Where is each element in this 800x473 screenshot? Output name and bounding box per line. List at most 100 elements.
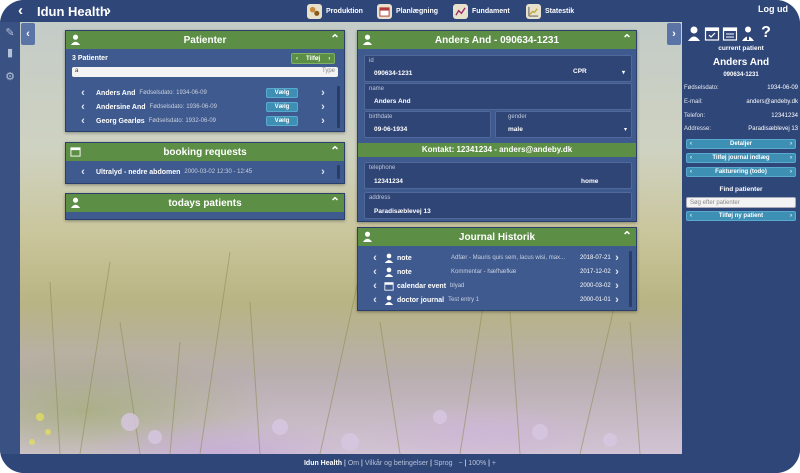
- scrollbar[interactable]: [337, 165, 340, 179]
- list-item[interactable]: ‹ Andersine And Fødselsdato: 1936-06-09 …: [78, 100, 340, 114]
- field-label: name: [369, 86, 385, 92]
- gender-select[interactable]: gender male ▾: [495, 111, 632, 138]
- app-title[interactable]: Idun Health: [37, 4, 108, 19]
- list-item[interactable]: ‹ Anders And Fødselsdato: 1934-06-09 Væl…: [78, 86, 340, 100]
- booking-time: 2000-03-02 12:30 - 12:45: [184, 169, 253, 175]
- contact-header[interactable]: Kontakt: 12341234 - anders@andeby.dk: [358, 143, 636, 157]
- footer-link-language[interactable]: Sprog: [434, 460, 453, 467]
- chevron-right-icon[interactable]: ›: [318, 101, 328, 113]
- patient-dob: 1936-06-09: [186, 104, 217, 110]
- journal-date: 2000-03-02: [580, 283, 611, 289]
- id-field[interactable]: id 090634-1231 CPR ▾: [364, 55, 632, 82]
- patient-name: Andersine And: [96, 103, 146, 111]
- chart-icon: [526, 4, 541, 19]
- chevron-right-icon[interactable]: ›: [318, 166, 328, 178]
- chevron-up-icon[interactable]: ⌃: [622, 32, 632, 46]
- scrollbar[interactable]: [337, 86, 340, 128]
- chevron-left-icon[interactable]: ‹: [78, 101, 88, 113]
- booking-panel-header[interactable]: booking requests ⌃: [66, 143, 344, 161]
- doctor-icon[interactable]: [740, 25, 756, 41]
- footer-link-terms[interactable]: Vilkår og betingelser: [365, 460, 428, 467]
- chevron-up-icon[interactable]: ⌃: [330, 32, 340, 46]
- patient-filter-input[interactable]: a Type: [72, 67, 338, 77]
- type-select[interactable]: Type: [322, 68, 335, 74]
- forward-chevron-icon[interactable]: ›: [106, 2, 111, 19]
- chevron-right-icon[interactable]: ›: [612, 294, 622, 306]
- birthdate-field[interactable]: birthdate 09-06-1934: [364, 111, 491, 138]
- chevron-right-icon[interactable]: ›: [612, 252, 622, 264]
- list-item[interactable]: ‹ note Adfær - Mauris quis sem, lacus wi…: [370, 251, 628, 265]
- chevron-left-icon[interactable]: ‹: [78, 115, 88, 127]
- chevron-right-icon[interactable]: ›: [612, 280, 622, 292]
- chevron-right-icon[interactable]: ›: [318, 87, 328, 99]
- chevron-left-icon[interactable]: ‹: [78, 87, 88, 99]
- patients-panel-header[interactable]: Patienter ⌃: [66, 31, 344, 49]
- calendar-icon[interactable]: [722, 25, 738, 41]
- info-value: 12341234: [771, 113, 798, 119]
- chevron-left-icon[interactable]: ‹: [78, 166, 88, 178]
- chevron-left-icon[interactable]: ‹: [370, 252, 380, 264]
- chevron-up-icon[interactable]: ⌃: [622, 229, 632, 243]
- select-button[interactable]: Vælg: [266, 102, 298, 112]
- book-icon[interactable]: ▮: [3, 46, 17, 60]
- collapse-left-button[interactable]: ‹: [21, 23, 35, 45]
- add-journal-button[interactable]: ‹ Tilføj journal indlæg ›: [686, 153, 796, 163]
- calendar-check-icon[interactable]: [704, 25, 720, 41]
- details-button[interactable]: ‹ Detaljer ›: [686, 139, 796, 149]
- journal-text: blyad: [450, 283, 465, 289]
- name-field[interactable]: name Anders And: [364, 83, 632, 110]
- trend-line-icon: [453, 4, 468, 19]
- calendar-icon: [70, 147, 81, 157]
- journal-list: ‹ note Adfær - Mauris quis sem, lacus wi…: [370, 251, 628, 307]
- list-item[interactable]: ‹ note Kommentar - hæfhæfkæ 2017-12-02 ›: [370, 265, 628, 279]
- select-button[interactable]: Vælg: [266, 116, 298, 126]
- billing-button[interactable]: ‹ Fakturering (todo) ›: [686, 167, 796, 177]
- chevron-left-icon[interactable]: ‹: [370, 294, 380, 306]
- pencil-icon[interactable]: ✎: [3, 26, 17, 40]
- nav-produktion[interactable]: Produktion: [307, 3, 363, 20]
- chevron-right-icon[interactable]: ›: [612, 266, 622, 278]
- id-type-select[interactable]: CPR ▾: [573, 68, 629, 78]
- collapse-right-button[interactable]: ›: [667, 23, 681, 45]
- footer-link-about[interactable]: Om: [348, 460, 359, 467]
- find-patients-header: Find patienter: [719, 186, 763, 193]
- chevron-up-icon[interactable]: ⌃: [330, 144, 340, 158]
- journal-panel-header[interactable]: Journal Historik ⌃: [358, 228, 636, 246]
- list-item[interactable]: ‹ Georg Gearløs Fødselsdato: 1932-06-09 …: [78, 114, 340, 128]
- app-window: ‹ Idun Health › Produktion Planlægning F…: [0, 0, 800, 473]
- list-item[interactable]: ‹ Ultralyd - nedre abdomen 2000-03-02 12…: [78, 165, 340, 179]
- person-icon: [384, 253, 394, 263]
- journal-type: note: [397, 254, 412, 262]
- back-chevron-icon[interactable]: ‹: [18, 2, 23, 19]
- list-item[interactable]: ‹ calendar event blyad 2000-03-02 ›: [370, 279, 628, 293]
- address-field[interactable]: address Paradisæblevej 13: [364, 192, 632, 219]
- nav-fundament[interactable]: Fundament: [453, 3, 510, 20]
- name-value: Anders And: [374, 98, 411, 105]
- gear-icon[interactable]: ⚙: [3, 70, 17, 84]
- person-icon[interactable]: [686, 25, 702, 41]
- nav-statestik[interactable]: Statestik: [526, 3, 574, 20]
- nav-planlaegning[interactable]: Planlægning: [377, 3, 438, 20]
- footer-brand[interactable]: Idun Health: [304, 460, 342, 467]
- telephone-field[interactable]: telephone 12341234 home: [364, 162, 632, 189]
- field-label: id: [369, 58, 374, 64]
- telephone-type[interactable]: home: [581, 178, 598, 185]
- help-icon[interactable]: ?: [758, 25, 774, 41]
- current-patient-cpr: 090634-1231: [723, 72, 759, 78]
- logout-link[interactable]: Log ud: [758, 4, 788, 14]
- todays-panel-header[interactable]: todays patients ⌃: [66, 194, 344, 212]
- patient-detail-header[interactable]: Anders And - 090634-1231 ⌃: [358, 31, 636, 49]
- calendar-icon: [384, 282, 394, 291]
- add-new-patient-button[interactable]: ‹ Tilføj ny patient ›: [686, 211, 796, 221]
- select-button[interactable]: Vælg: [266, 88, 298, 98]
- scrollbar[interactable]: [629, 251, 632, 307]
- add-patient-button[interactable]: ‹ Tilføj ›: [291, 53, 336, 64]
- zoom-in-button[interactable]: +: [492, 460, 496, 467]
- chevron-left-icon[interactable]: ‹: [370, 266, 380, 278]
- patient-search-input[interactable]: Søg efter patienter: [686, 197, 796, 208]
- chevron-right-icon[interactable]: ›: [318, 115, 328, 127]
- chevron-left-icon[interactable]: ‹: [370, 280, 380, 292]
- chevron-up-icon[interactable]: ⌃: [330, 195, 340, 209]
- zoom-out-button[interactable]: −: [458, 460, 462, 467]
- list-item[interactable]: ‹ doctor journal Test entry 1 2000-01-01…: [370, 293, 628, 307]
